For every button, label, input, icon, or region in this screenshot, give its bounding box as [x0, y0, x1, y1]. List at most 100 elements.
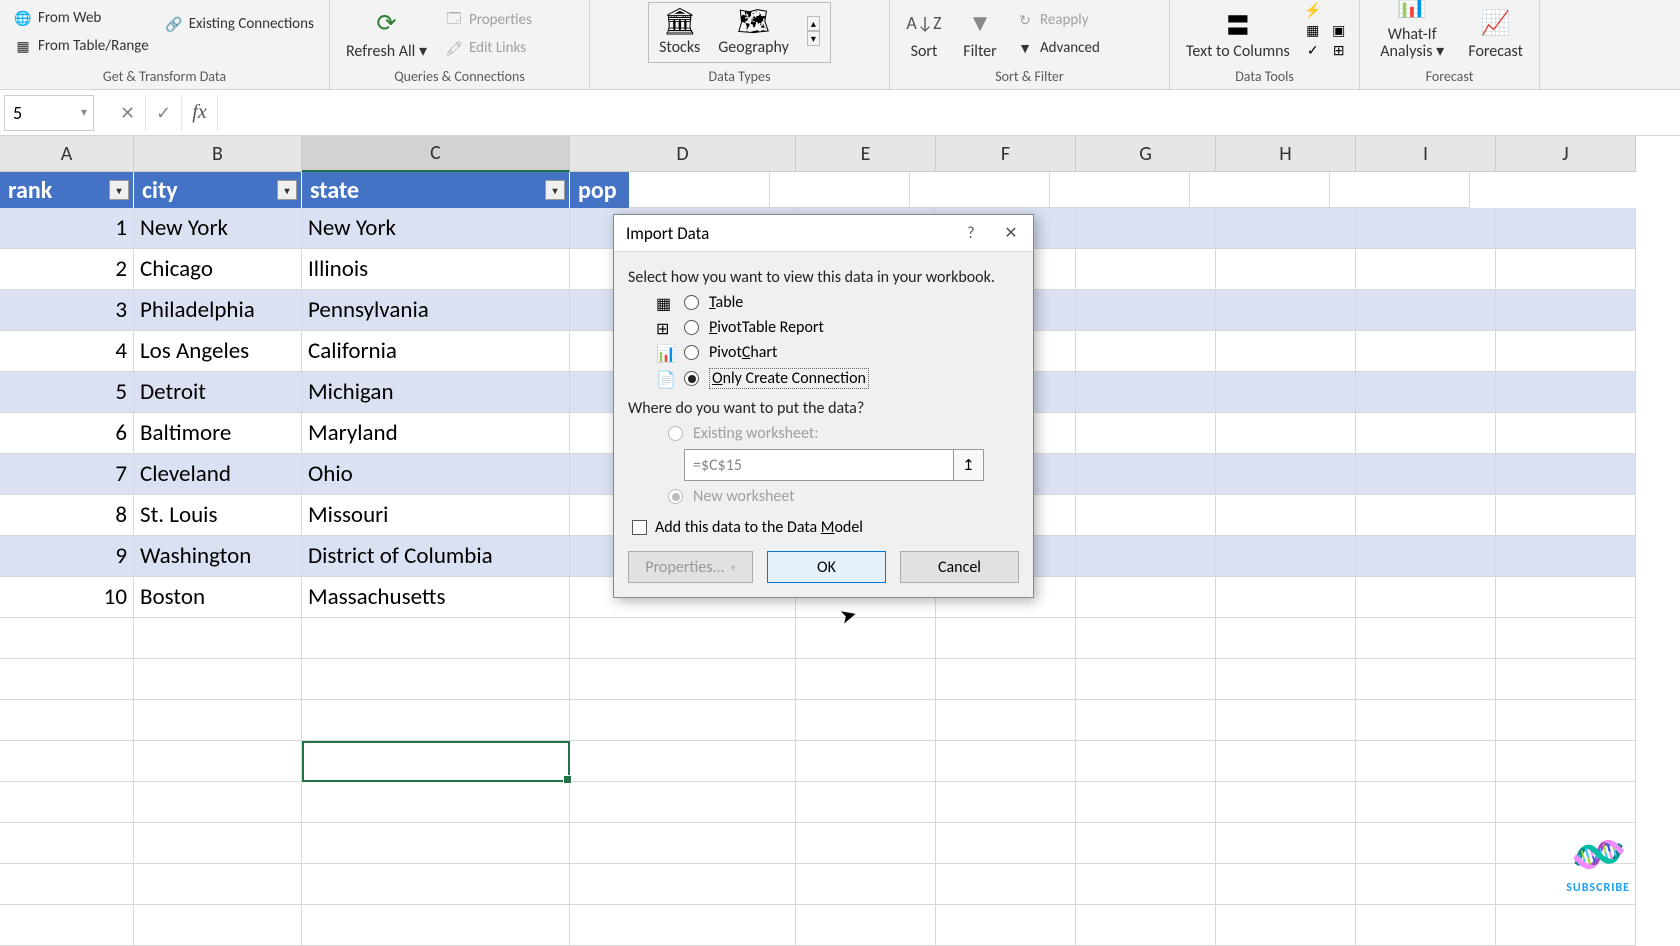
cell-state[interactable]: District of Columbia: [302, 536, 570, 577]
cell-rank[interactable]: 2: [0, 249, 134, 290]
radio-chart[interactable]: [684, 345, 699, 360]
cell-rank[interactable]: 10: [0, 577, 134, 618]
col-header-c[interactable]: C: [302, 136, 570, 172]
group-data-tools: Data Tools: [1180, 65, 1349, 85]
existing-connections-button[interactable]: 🔗 Existing Connections: [161, 13, 318, 35]
collapse-dialog-button[interactable]: ↥: [954, 449, 984, 481]
filter-button[interactable]: ▼ Filter: [956, 1, 1004, 65]
th-state[interactable]: state▾: [302, 172, 570, 208]
cell-state[interactable]: California: [302, 331, 570, 372]
col-header-b[interactable]: B: [134, 136, 302, 172]
th-pop[interactable]: pop: [570, 172, 630, 208]
gallery-up-icon[interactable]: ▴: [807, 16, 820, 31]
group-sort-filter: Sort & Filter: [900, 65, 1159, 85]
radio-connection[interactable]: [684, 371, 699, 386]
advanced-filter-button[interactable]: ▼ Advanced: [1012, 37, 1104, 59]
whatif-button[interactable]: 📊 What-If Analysis ▾: [1370, 0, 1454, 65]
help-button[interactable]: ?: [957, 221, 985, 245]
pivot-option-icon: ⊞: [656, 319, 674, 337]
cancel-entry-button[interactable]: ✕: [110, 95, 146, 131]
chart-option-icon: 📊: [656, 344, 674, 362]
relationships-icon[interactable]: ⊞: [1330, 41, 1348, 59]
cell-rank[interactable]: 1: [0, 208, 134, 249]
cell-rank[interactable]: 9: [0, 536, 134, 577]
th-rank[interactable]: rank▾: [0, 172, 134, 208]
dna-icon: 🧬: [1568, 825, 1629, 886]
cell-city[interactable]: St. Louis: [134, 495, 302, 536]
from-table-label: From Table/Range: [38, 37, 149, 55]
forecast-button[interactable]: 📈 Forecast: [1462, 1, 1529, 65]
cell-city[interactable]: Cleveland: [134, 454, 302, 495]
cell-rank[interactable]: 7: [0, 454, 134, 495]
cell-city[interactable]: Los Angeles: [134, 331, 302, 372]
cell-state[interactable]: Pennsylvania: [302, 290, 570, 331]
flash-fill-icon[interactable]: ⚡: [1304, 1, 1322, 19]
text-to-columns-button[interactable]: 〓 Text to Columns: [1180, 1, 1296, 65]
formula-input[interactable]: [218, 95, 1680, 131]
cell-state[interactable]: Maryland: [302, 413, 570, 454]
radio-pivot[interactable]: [684, 320, 699, 335]
data-types-gallery[interactable]: 🏛 Stocks 🗺 Geography ▴ ▾: [648, 2, 831, 64]
advanced-icon: ▼: [1016, 39, 1034, 57]
cell-city[interactable]: Detroit: [134, 372, 302, 413]
cell-state[interactable]: Massachusetts: [302, 577, 570, 618]
col-header-g[interactable]: G: [1076, 136, 1216, 172]
cell-rank[interactable]: 4: [0, 331, 134, 372]
group-get-transform: Get & Transform Data: [10, 65, 319, 85]
cancel-button[interactable]: Cancel: [900, 551, 1019, 583]
existing-conn-label: Existing Connections: [189, 15, 314, 33]
cell-state[interactable]: Missouri: [302, 495, 570, 536]
edit-links-icon: 🖍: [445, 39, 463, 57]
col-header-e[interactable]: E: [796, 136, 936, 172]
cell-rank[interactable]: 8: [0, 495, 134, 536]
sort-button[interactable]: A↓Z Sort: [900, 1, 948, 65]
th-city[interactable]: city▾: [134, 172, 302, 208]
group-queries: Queries & Connections: [340, 65, 579, 85]
cell-city[interactable]: Philadelphia: [134, 290, 302, 331]
filter-dropdown-icon[interactable]: ▾: [109, 180, 129, 200]
radio-table-label: Table: [709, 293, 743, 312]
cell-rank[interactable]: 5: [0, 372, 134, 413]
ok-button[interactable]: OK: [767, 551, 886, 583]
radio-table[interactable]: [684, 295, 699, 310]
col-header-f[interactable]: F: [936, 136, 1076, 172]
radio-new-sheet: [668, 489, 683, 504]
cell-state[interactable]: Illinois: [302, 249, 570, 290]
gallery-down-icon[interactable]: ▾: [807, 31, 820, 46]
col-header-h[interactable]: H: [1216, 136, 1356, 172]
refresh-all-button[interactable]: ⟳ Refresh All ▾: [340, 1, 433, 65]
cell-city[interactable]: Boston: [134, 577, 302, 618]
remove-dup-icon[interactable]: ▦: [1304, 21, 1322, 39]
cell-state[interactable]: Ohio: [302, 454, 570, 495]
filter-dropdown-icon[interactable]: ▾: [545, 180, 565, 200]
col-header-i[interactable]: I: [1356, 136, 1496, 172]
cell-state[interactable]: New York: [302, 208, 570, 249]
cell-city[interactable]: New York: [134, 208, 302, 249]
close-button[interactable]: ✕: [997, 221, 1025, 245]
from-web-button[interactable]: 🌐 From Web: [10, 7, 153, 29]
col-header-d[interactable]: D: [570, 136, 796, 172]
sort-az-icon: A↓Z: [906, 5, 942, 41]
cell-city[interactable]: Washington: [134, 536, 302, 577]
dialog-prompt-where: Where do you want to put the data?: [628, 399, 1019, 418]
confirm-entry-button[interactable]: ✓: [146, 95, 182, 131]
consolidate-icon[interactable]: ▣: [1330, 21, 1348, 39]
filter-dropdown-icon[interactable]: ▾: [277, 180, 297, 200]
col-header-j[interactable]: J: [1496, 136, 1636, 172]
subscribe-badge[interactable]: 🧬 SUBSCRIBE: [1566, 833, 1630, 895]
cell-city[interactable]: Chicago: [134, 249, 302, 290]
add-to-model-checkbox[interactable]: [632, 520, 647, 535]
cell-rank[interactable]: 6: [0, 413, 134, 454]
cell-rank[interactable]: 3: [0, 290, 134, 331]
table-icon: ▦: [14, 37, 32, 55]
from-table-button[interactable]: ▦ From Table/Range: [10, 35, 153, 57]
insert-function-button[interactable]: fx: [182, 95, 218, 131]
cell-city[interactable]: Baltimore: [134, 413, 302, 454]
col-header-a[interactable]: A: [0, 136, 134, 172]
data-validation-icon[interactable]: ✓: [1304, 41, 1322, 59]
cell-state[interactable]: Michigan: [302, 372, 570, 413]
name-box[interactable]: 5: [4, 95, 94, 131]
reapply-button: ↻ Reapply: [1012, 9, 1104, 31]
radio-new-label: New worksheet: [693, 487, 795, 506]
radio-chart-label: PivotChart: [709, 343, 777, 362]
